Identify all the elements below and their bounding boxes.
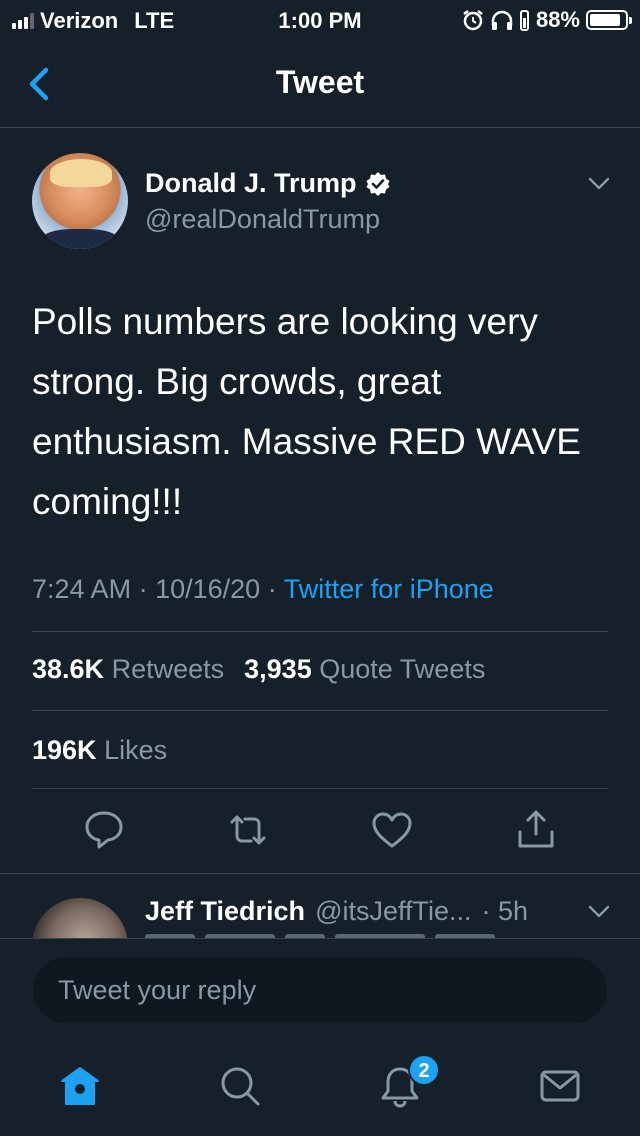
search-icon[interactable] [218,1064,262,1108]
share-icon[interactable] [514,808,558,852]
status-bar: Verizon LTE 1:00 PM 88% [0,0,640,40]
reply-time: · 5h [481,896,529,926]
home-icon[interactable] [58,1064,102,1108]
tweet-source-link[interactable]: Twitter for iPhone [284,574,494,604]
likes-stat[interactable]: 196K Likes [32,735,167,766]
author-name-row[interactable]: Donald J. Trump [145,168,391,199]
quotes-label: Quote Tweets [319,654,486,684]
battery-icon [586,10,632,30]
reply-input[interactable]: Tweet your reply [33,957,607,1023]
tweet-actions [0,808,640,858]
meta-separator: · [138,574,148,604]
reply-icon[interactable] [82,808,126,852]
reply-author-handle: @itsJeffTie... [315,896,472,926]
retweets-stat[interactable]: 38.6K Retweets [32,654,224,685]
tweet-stats: 38.6K Retweets 3,935 Quote Tweets [32,654,485,685]
reply-text-peek [145,930,565,938]
likes-count: 196K [32,735,97,765]
chevron-down-icon[interactable] [588,176,610,192]
headphones-icon [491,10,513,30]
battery-fill [590,14,620,26]
meta-separator-2: · [267,574,277,604]
verified-badge-icon [366,171,390,196]
nav-header: Tweet [0,40,640,128]
messages-icon[interactable] [538,1064,582,1108]
divider [0,873,640,874]
alarm-icon [463,10,483,31]
reply-avatar[interactable] [32,898,128,938]
tab-bar [0,1038,640,1136]
retweet-icon[interactable] [226,808,270,852]
tweet-meta: 7:24 AM · 10/16/20 · Twitter for iPhone [32,574,494,605]
divider [32,710,608,711]
quotes-count: 3,935 [244,654,312,684]
retweets-count: 38.6K [32,654,105,684]
divider [32,631,608,632]
tweet-time: 7:24 AM [32,574,132,604]
retweets-label: Retweets [111,654,225,684]
reply-header[interactable]: Jeff Tiedrich @itsJeffTie... · 5h [145,896,615,927]
author-avatar[interactable] [32,153,128,249]
quotes-stat[interactable]: 3,935 Quote Tweets [244,654,485,685]
likes-label: Likes [104,735,168,765]
battery-percent: 88% [535,7,580,32]
status-right: 88% [462,7,632,33]
tweet-text: Polls numbers are looking very strong. B… [32,301,581,522]
chevron-down-icon[interactable] [588,904,610,920]
reply-author-name[interactable]: Jeff Tiedrich [145,896,305,927]
signal-bars-small-icon [519,10,529,31]
page-title: Tweet [275,64,365,100]
notification-badge: 2 [408,1054,440,1086]
author-name[interactable]: Donald J. Trump [145,168,357,199]
divider [32,788,608,789]
tweet-date: 10/16/20 [155,574,261,604]
author-handle[interactable]: @realDonaldTrump [145,204,380,235]
like-icon[interactable] [370,808,414,852]
likes-stats: 196K Likes [32,735,167,766]
